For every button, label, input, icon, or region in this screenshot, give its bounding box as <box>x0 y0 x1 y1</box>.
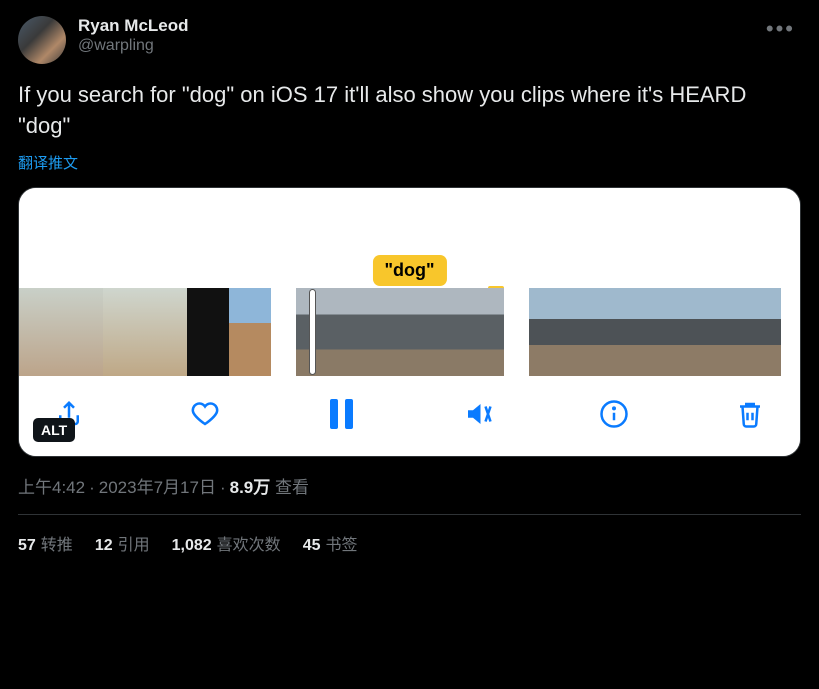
pause-icon[interactable] <box>325 398 357 430</box>
display-name: Ryan McLeod <box>78 16 189 36</box>
likes-count: 1,082 <box>172 537 212 554</box>
more-icon[interactable]: ••• <box>766 16 795 42</box>
user-names[interactable]: Ryan McLeod @warpling <box>78 16 189 55</box>
media-attachment[interactable]: "dog" <box>18 187 801 457</box>
media-top-area: "dog" <box>19 188 800 288</box>
translate-link[interactable]: 翻译推文 <box>18 152 801 173</box>
mute-icon[interactable] <box>462 398 494 430</box>
filmstrip-clip[interactable] <box>296 288 504 376</box>
bookmarks-count: 45 <box>303 537 321 554</box>
trash-icon[interactable] <box>734 398 766 430</box>
meta-date[interactable]: 2023年7月17日 <box>99 478 216 497</box>
views-count: 8.9万 <box>230 478 271 497</box>
quotes-count: 12 <box>95 537 113 554</box>
filmstrip-clip[interactable] <box>529 288 781 376</box>
filmstrip-clip[interactable] <box>19 288 271 376</box>
heart-icon[interactable] <box>189 398 221 430</box>
user-handle: @warpling <box>78 37 189 55</box>
retweets-label: 转推 <box>41 537 73 554</box>
tweet-meta: 上午4:42·2023年7月17日·8.9万 查看 <box>18 473 801 498</box>
playhead-icon[interactable] <box>310 290 315 374</box>
avatar[interactable] <box>18 16 66 64</box>
info-icon[interactable] <box>598 398 630 430</box>
tweet-container: Ryan McLeod @warpling ••• If you search … <box>0 0 819 571</box>
video-filmstrip[interactable] <box>19 288 800 376</box>
media-toolbar <box>19 376 800 456</box>
tweet-header: Ryan McLeod @warpling ••• <box>18 16 801 64</box>
alt-badge[interactable]: ALT <box>33 418 75 442</box>
meta-time[interactable]: 上午4:42 <box>18 478 85 497</box>
retweets-count: 57 <box>18 537 36 554</box>
quotes-label: 引用 <box>118 537 150 554</box>
tweet-text: If you search for "dog" on iOS 17 it'll … <box>18 80 801 142</box>
caption-tag: "dog" <box>372 255 446 286</box>
views-label: 查看 <box>275 478 309 497</box>
quotes-stat[interactable]: 12 引用 <box>95 531 150 555</box>
retweets-stat[interactable]: 57 转推 <box>18 531 73 555</box>
bookmarks-stat[interactable]: 45书签 <box>303 531 358 555</box>
engagement-row: 57 转推 12 引用 1,082 喜欢次数 45书签 <box>18 515 801 555</box>
likes-stat[interactable]: 1,082 喜欢次数 <box>172 531 281 555</box>
likes-label: 喜欢次数 <box>217 537 281 554</box>
bookmarks-label: 书签 <box>325 537 357 554</box>
